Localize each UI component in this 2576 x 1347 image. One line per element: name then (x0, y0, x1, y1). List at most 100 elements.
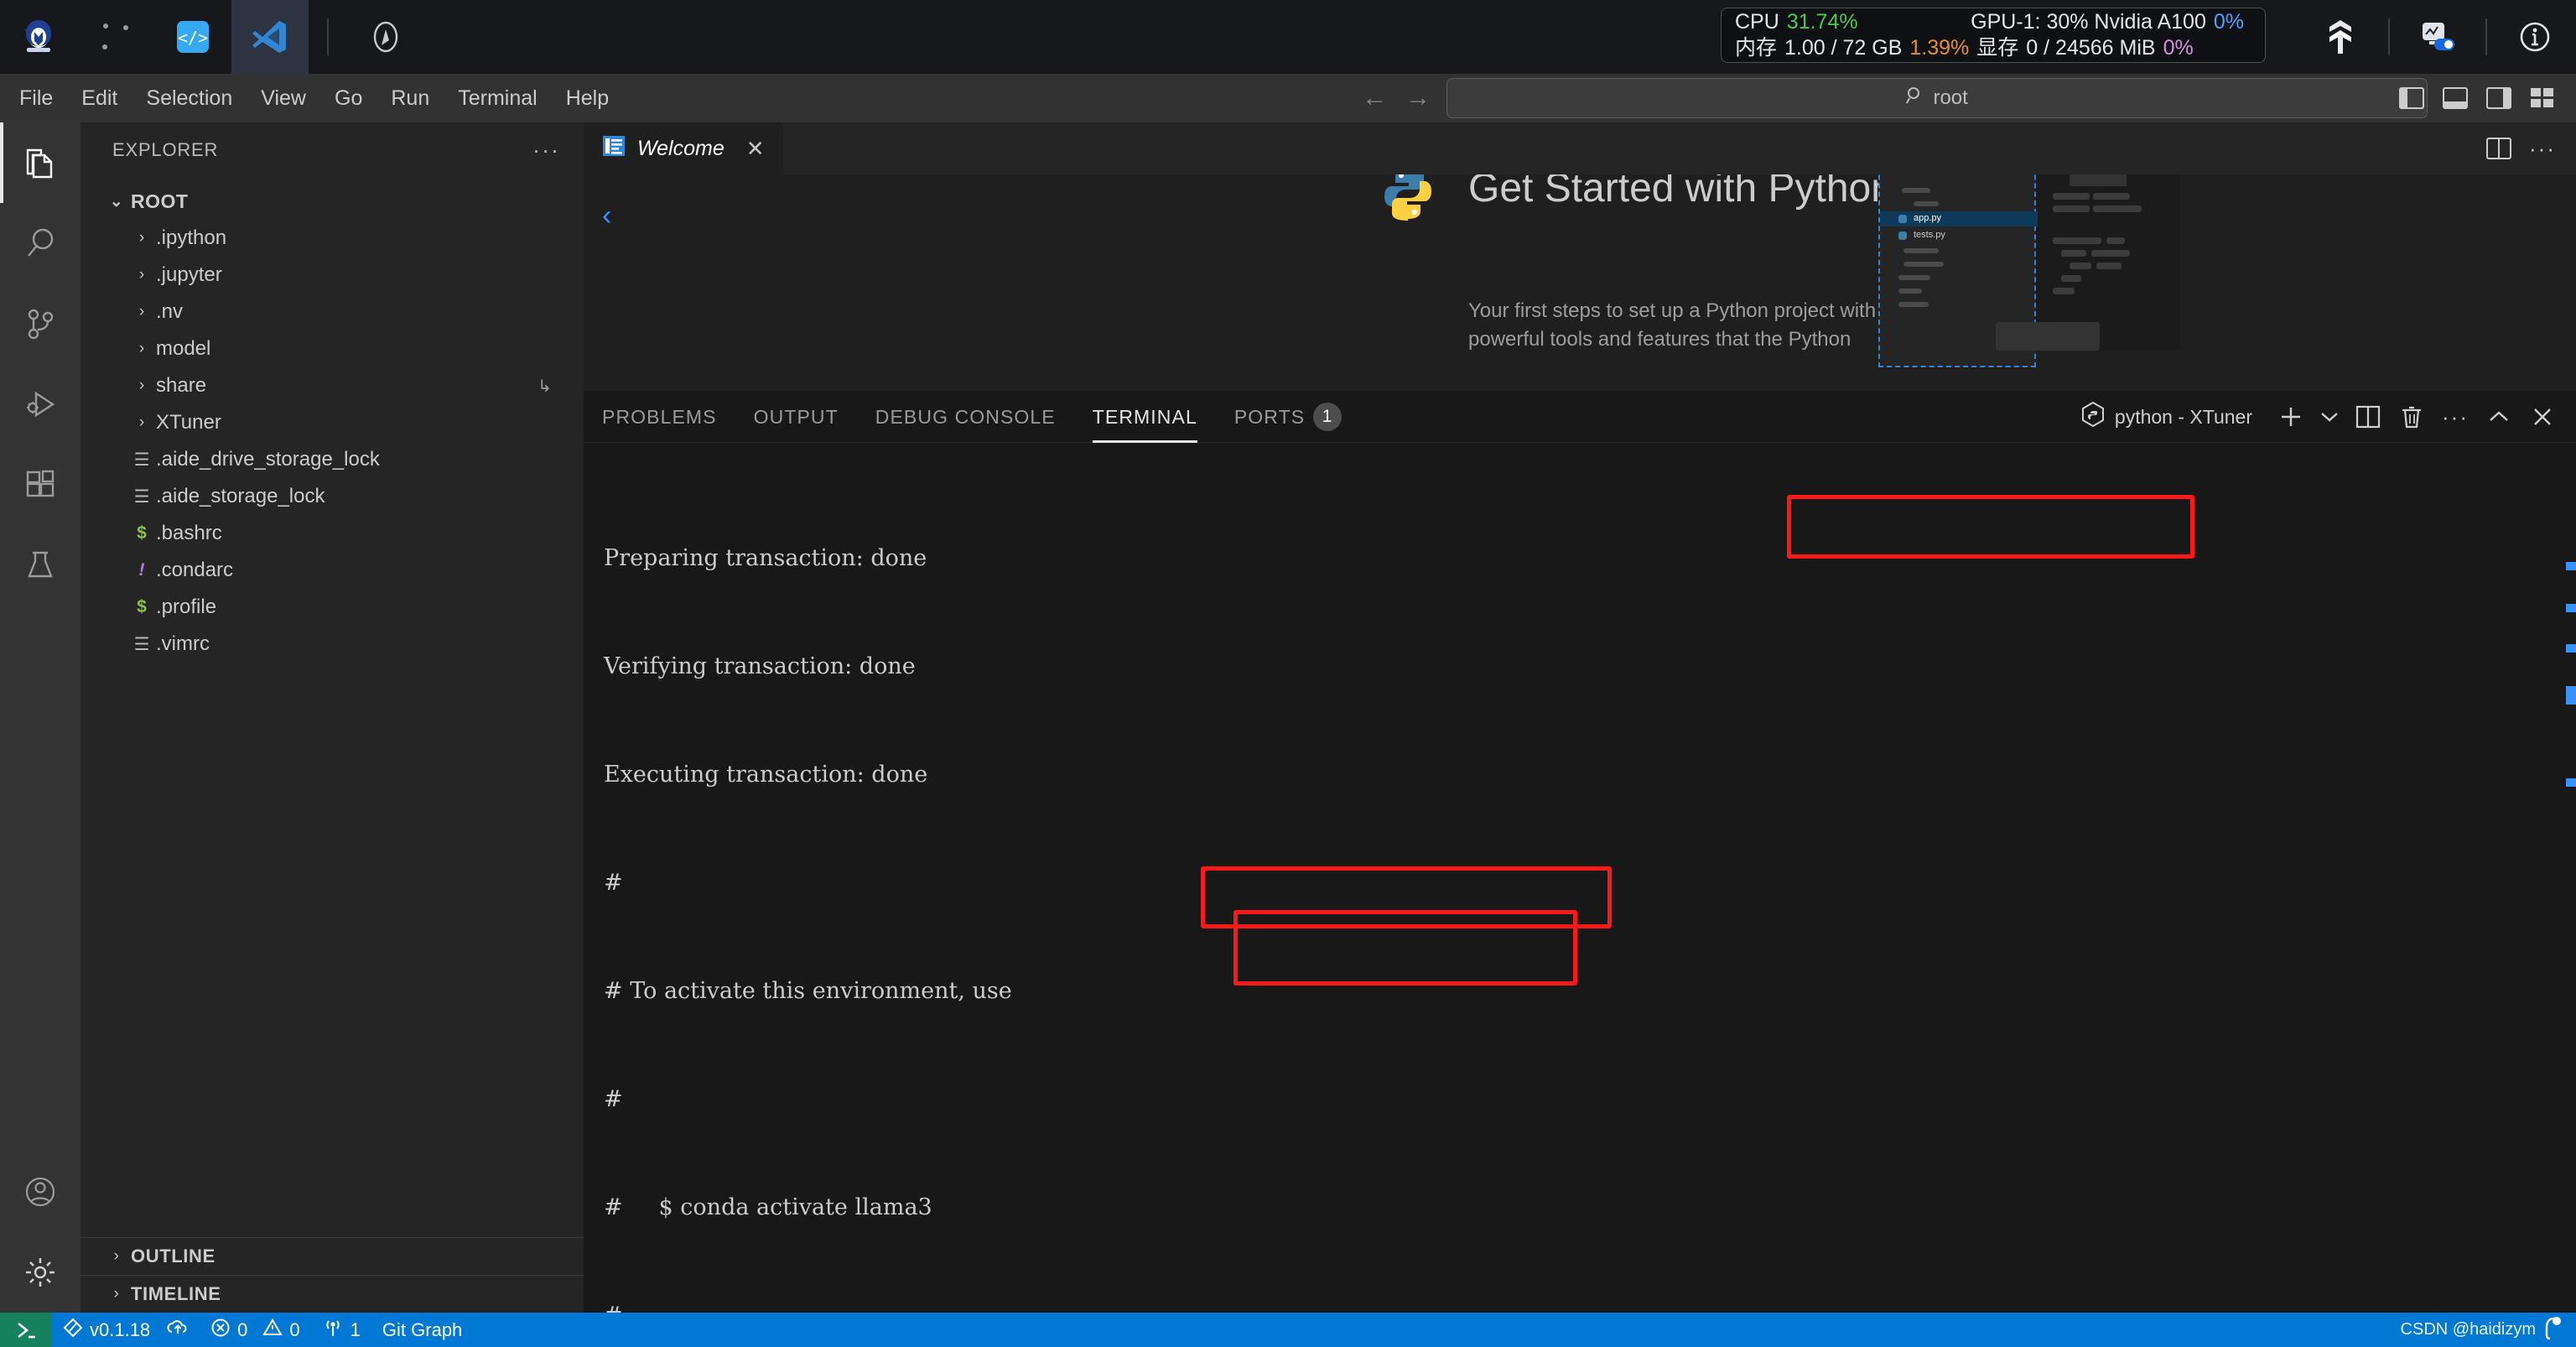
back-chevron-icon[interactable]: ‹ (602, 200, 611, 232)
command-center-input[interactable]: root (1446, 78, 2428, 118)
chevron-right-icon[interactable]: › (127, 340, 156, 358)
terminal-actions: python - XTuner ··· (2081, 391, 2563, 443)
toggle-primary-sidebar-icon[interactable] (2390, 74, 2433, 122)
terminal-output[interactable]: Preparing transaction: done Verifying tr… (584, 443, 2576, 1313)
sidebar-title: EXPLORER (112, 139, 219, 160)
new-terminal-icon[interactable] (2271, 391, 2311, 443)
maximize-panel-icon[interactable] (2479, 391, 2519, 443)
branch-label: v0.1.18 (90, 1318, 151, 1340)
terminal-line: Executing transaction: done (604, 762, 928, 788)
python-logo-icon (1380, 174, 1436, 226)
remote-connection-icon[interactable] (0, 1313, 52, 1347)
tree-label: XTuner (156, 411, 221, 434)
menu-view[interactable]: View (247, 74, 320, 122)
cloud-upload-icon[interactable] (167, 1318, 189, 1342)
sidebar-item-run-debug[interactable] (0, 364, 80, 445)
menu-go[interactable]: Go (320, 74, 377, 122)
toggle-panel-icon[interactable] (2433, 74, 2477, 122)
sidebar-more-actions-icon[interactable]: ··· (532, 138, 560, 164)
scrollbar-mark (2566, 686, 2576, 705)
chevron-right-icon[interactable]: › (127, 266, 156, 284)
tree-row-folder[interactable]: › .jupyter (80, 257, 584, 294)
tree-row-file[interactable]: ! .condarc (80, 552, 584, 589)
menu-selection[interactable]: Selection (132, 74, 247, 122)
menu-file[interactable]: File (5, 74, 67, 122)
menu-help[interactable]: Help (552, 74, 623, 122)
status-git-graph[interactable]: Git Graph (371, 1313, 473, 1347)
chevron-right-icon[interactable]: › (127, 377, 156, 395)
sidebar-item-testing[interactable] (0, 525, 80, 606)
menu-terminal[interactable]: Terminal (444, 74, 551, 122)
monitor-toggle-icon[interactable] (2408, 0, 2467, 74)
timeline-panel-header[interactable]: › TIMELINE (80, 1275, 584, 1313)
chevron-right-icon[interactable]: › (102, 1247, 131, 1266)
explorer-sidebar: EXPLORER ··· ⌄ ROOT › .ipython › .jupyte… (80, 122, 584, 1313)
chevron-right-icon[interactable]: › (102, 1285, 131, 1303)
tree-row-folder[interactable]: › XTuner (80, 404, 584, 441)
tree-row-file[interactable]: ☰ .aide_drive_storage_lock (80, 441, 584, 478)
search-icon (1906, 86, 1924, 111)
system-monitor-widget[interactable]: CPU 31.74% GPU-1: 30% Nvidia A100 0% 内存 … (1721, 8, 2266, 63)
code-brackets-icon[interactable]: </> (154, 0, 231, 74)
kill-terminal-icon[interactable] (2392, 391, 2432, 443)
tree-row-file[interactable]: ☰ .vimrc (80, 626, 584, 663)
intern-studio-logo-icon[interactable] (0, 0, 77, 74)
tree-row-file[interactable]: $ .bashrc (80, 515, 584, 552)
tensorboard-icon[interactable] (2311, 0, 2370, 74)
split-terminal-icon[interactable] (2348, 391, 2388, 443)
outline-panel-header[interactable]: › OUTLINE (80, 1237, 584, 1275)
tree-row-file[interactable]: $ .profile (80, 589, 584, 626)
chevron-right-icon[interactable]: › (127, 413, 156, 432)
tree-row-folder[interactable]: › .ipython (80, 220, 584, 257)
terminal-profile-chevron-icon[interactable] (2314, 391, 2345, 443)
chevron-down-icon[interactable]: ⌄ (102, 192, 131, 211)
tab-debug-console[interactable]: DEBUG CONSOLE (857, 391, 1074, 443)
thumbnail-file-tests: tests.py (1914, 230, 1945, 240)
tab-output[interactable]: OUTPUT (735, 391, 857, 443)
tree-row-root[interactable]: ⌄ ROOT (80, 183, 584, 220)
status-radio-tower[interactable]: 1 (311, 1313, 371, 1347)
menu-edit[interactable]: Edit (67, 74, 132, 122)
close-panel-icon[interactable] (2522, 391, 2563, 443)
menu-run[interactable]: Run (377, 74, 444, 122)
terminal-line: Preparing transaction: done (604, 545, 927, 571)
tab-ports[interactable]: PORTS 1 (1216, 391, 1360, 443)
gpu-value: 0% (2213, 10, 2244, 34)
sidebar-item-explorer[interactable] (0, 122, 80, 203)
chevron-right-icon[interactable]: › (127, 229, 156, 247)
tab-terminal[interactable]: TERMINAL (1074, 391, 1216, 443)
go-back-icon[interactable]: ← (1353, 84, 1396, 112)
scrollbar-mark (2566, 562, 2576, 570)
tree-row-folder[interactable]: › share ↳ (80, 367, 584, 404)
config-icon: ! (138, 560, 145, 580)
more-actions-icon[interactable]: ··· (2521, 124, 2564, 173)
tree-row-folder[interactable]: › .nv (80, 294, 584, 330)
tab-problems[interactable]: PROBLEMS (584, 391, 735, 443)
conda-ring-icon[interactable] (77, 0, 154, 74)
status-git-branch[interactable]: v0.1.18 (52, 1313, 200, 1347)
customize-layout-icon[interactable] (2521, 74, 2564, 122)
vscode-icon[interactable] (231, 0, 309, 74)
sidebar-item-search[interactable] (0, 203, 80, 283)
split-editor-icon[interactable] (2477, 124, 2521, 173)
accounts-button[interactable] (0, 1152, 80, 1232)
status-problems[interactable]: 0 0 (200, 1313, 311, 1347)
chevron-right-icon[interactable]: › (127, 303, 156, 321)
sidebar-item-source-control[interactable] (0, 283, 80, 364)
tree-row-file[interactable]: ☰ .aide_storage_lock (80, 478, 584, 515)
tab-welcome[interactable]: Welcome ✕ (584, 122, 783, 174)
go-forward-icon[interactable]: → (1396, 84, 1440, 112)
close-icon[interactable]: ✕ (746, 136, 765, 162)
compass-icon[interactable] (347, 0, 424, 74)
terminal-more-actions-icon[interactable]: ··· (2435, 391, 2475, 443)
symlink-arrow-icon: ↳ (538, 377, 552, 396)
tree-label: .profile (156, 595, 217, 618)
active-terminal-name[interactable]: python - XTuner (2081, 401, 2252, 432)
toggle-secondary-sidebar-icon[interactable] (2477, 74, 2521, 122)
info-circle-icon[interactable] (2506, 0, 2564, 74)
tree-row-folder[interactable]: › model (80, 330, 584, 367)
terminal-name-label: python - XTuner (2114, 405, 2252, 428)
settings-button[interactable] (0, 1232, 80, 1313)
sidebar-item-extensions[interactable] (0, 445, 80, 525)
python-file-icon (1898, 231, 1907, 240)
